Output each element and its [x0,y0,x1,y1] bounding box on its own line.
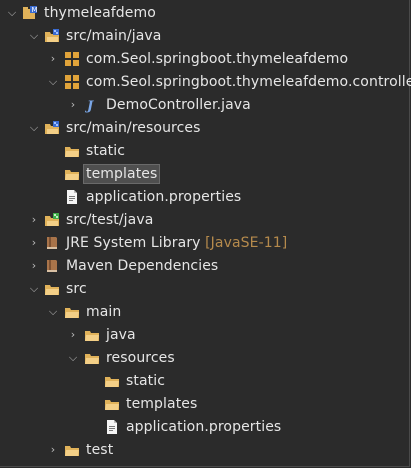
chevron-down-icon[interactable]: ⌵ [47,306,59,318]
chevron-right-icon[interactable]: › [28,214,40,226]
tree-item-package-2[interactable]: ⌵ com.Seol.springboot.thymeleafdemo.cont… [0,71,411,94]
maven-dependencies-label: Maven Dependencies [66,258,219,274]
templates-2-label: templates [126,396,198,412]
folder-open-icon [84,350,100,366]
folder-open-icon [64,304,80,320]
src-test-java-label: src/test/java [66,212,154,228]
chevron-down-icon[interactable]: ⌵ [67,352,79,364]
chevron-right-icon[interactable]: › [67,329,79,341]
templates-label: templates [82,164,161,184]
tree-item-maven-dependencies[interactable]: › Maven Dependencies [0,255,411,278]
tree-item-main[interactable]: ⌵ main [0,301,411,324]
properties-file-icon [104,419,120,435]
folder-icon [64,166,80,182]
svg-text:J: J [84,99,94,113]
test-source-folder-icon [44,212,60,228]
chevron-down-icon[interactable]: ⌵ [47,76,59,88]
chevron-right-icon[interactable]: › [28,237,40,249]
chevron-down-icon[interactable]: ⌵ [28,122,40,134]
test-label: test [86,442,114,458]
package-icon [64,74,80,90]
tree-item-templates[interactable]: templates [0,163,411,186]
java-file-icon: J [84,97,100,114]
library-icon [44,235,60,251]
folder-icon [64,442,80,458]
tree-item-project[interactable]: ⌵ M thymeleafdemo [0,2,411,25]
source-folder-icon [44,28,60,44]
properties-file-icon [64,189,80,205]
src-main-resources-label: src/main/resources [66,120,201,136]
maven-project-icon: M [22,5,38,21]
tree-item-package-1[interactable]: › com.Seol.springboot.thymeleafdemo [0,48,411,71]
resources-label: resources [106,350,175,366]
tree-item-java[interactable]: › java [0,324,411,347]
tree-item-application-properties[interactable]: application.properties [0,186,411,209]
package-icon [64,51,80,67]
folder-icon [104,373,120,389]
static-2-label: static [126,373,166,389]
chevron-right-icon[interactable]: › [28,260,40,272]
chevron-right-icon[interactable]: › [47,53,59,65]
project-label: thymeleafdemo [44,5,156,21]
tree-item-application-properties-2[interactable]: application.properties [0,416,411,439]
tree-item-src[interactable]: ⌵ src [0,278,411,301]
tree-item-templates-2[interactable]: templates [0,393,411,416]
chevron-right-icon[interactable]: › [67,99,79,111]
tree-item-test[interactable]: › test [0,439,411,462]
tree-item-src-main-resources[interactable]: ⌵ src/main/resources [0,117,411,140]
package-1-label: com.Seol.springboot.thymeleafdemo [86,51,349,67]
tree-item-resources[interactable]: ⌵ resources [0,347,411,370]
jre-name: JRE System Library [66,235,201,251]
jre-version: [JavaSE-11] [205,235,288,251]
chevron-down-icon[interactable]: ⌵ [28,30,40,42]
folder-open-icon [44,281,60,297]
application-properties-2-label: application.properties [126,419,282,435]
tree-item-democontroller[interactable]: › J DemoController.java [0,94,411,117]
svg-text:M: M [32,6,38,14]
chevron-right-icon[interactable]: › [47,444,59,456]
folder-icon [64,143,80,159]
chevron-down-icon[interactable]: ⌵ [6,7,18,19]
src-label: src [66,281,87,297]
java-label: java [106,327,136,343]
src-main-java-label: src/main/java [66,28,162,44]
tree-item-src-test-java[interactable]: › src/test/java [0,209,411,232]
tree-item-src-main-java[interactable]: ⌵ src/main/java [0,25,411,48]
folder-icon [104,396,120,412]
package-2-label: com.Seol.springboot.thymeleafdemo.contro… [86,74,411,90]
folder-icon [84,327,100,343]
jre-label: JRE System Library [JavaSE-11] [66,234,287,252]
tree-item-static-2[interactable]: static [0,370,411,393]
democontroller-label: DemoController.java [106,97,251,113]
source-folder-icon [44,120,60,136]
static-label: static [86,143,126,159]
tree-item-jre-system-library[interactable]: › JRE System Library [JavaSE-11] [0,232,411,255]
application-properties-label: application.properties [86,189,242,205]
tree-item-static[interactable]: static [0,140,411,163]
main-label: main [86,304,122,320]
chevron-down-icon[interactable]: ⌵ [28,283,40,295]
library-icon [44,258,60,274]
